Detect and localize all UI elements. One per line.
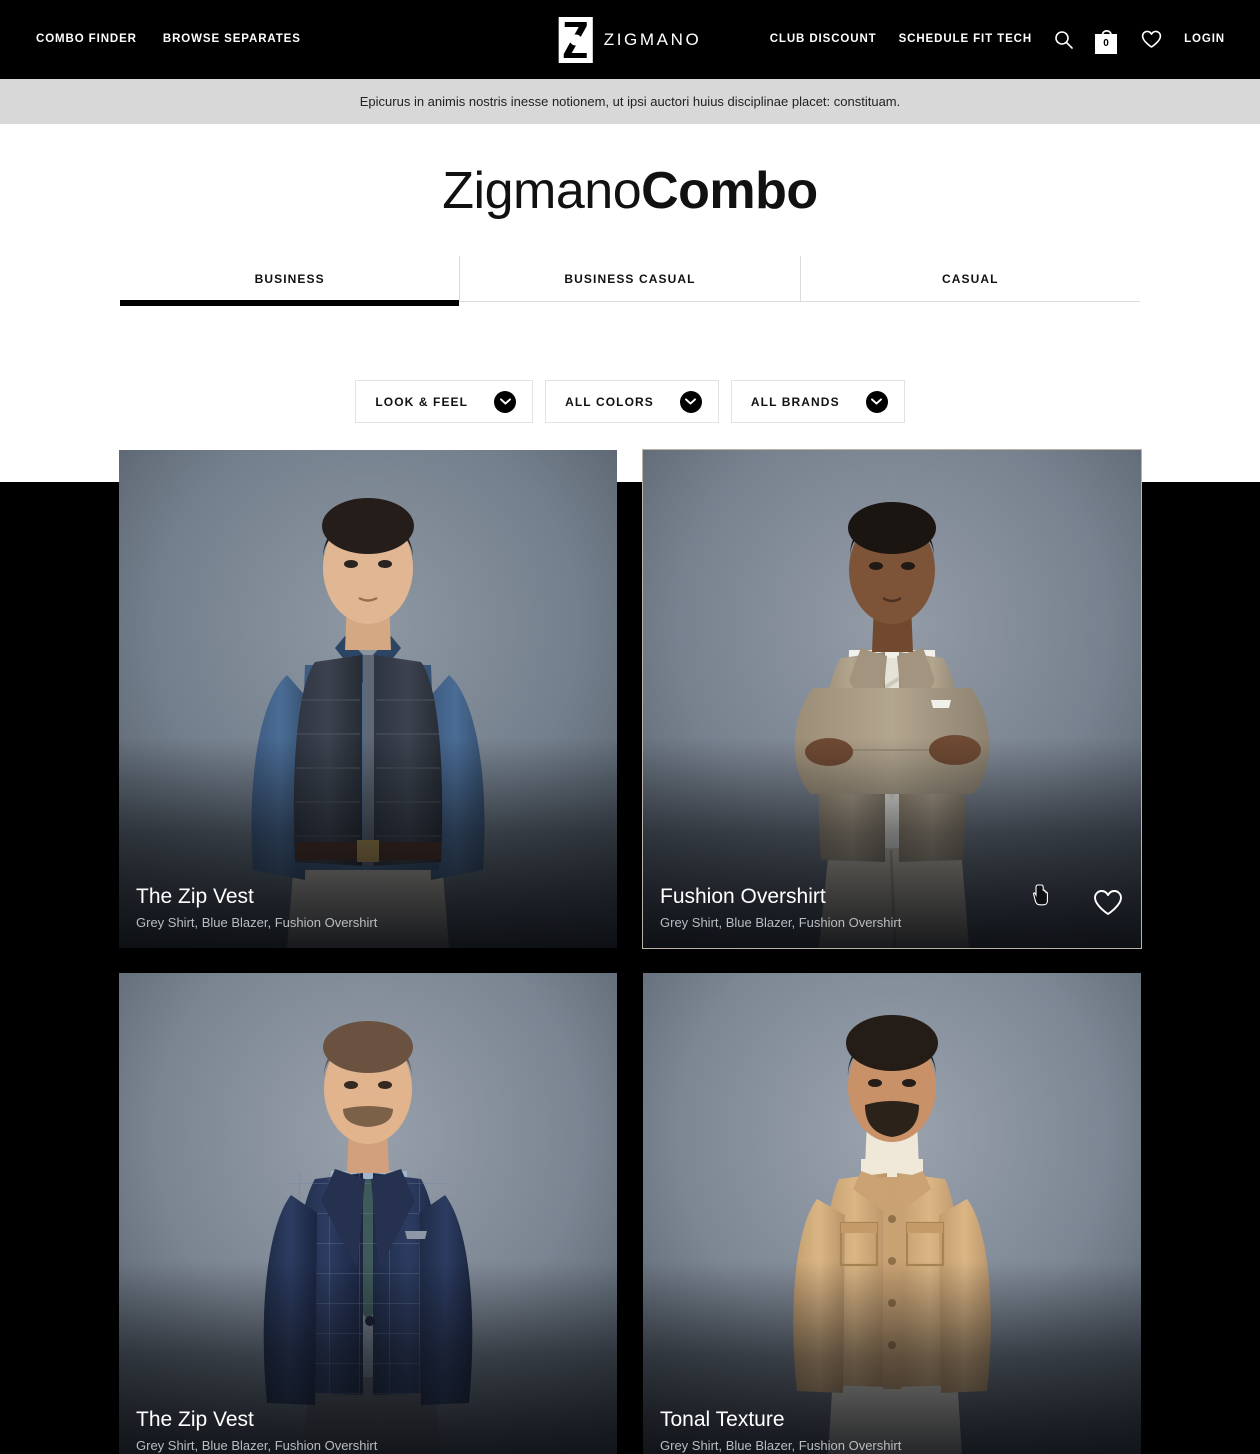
cart-count-badge: 0 [1095,33,1118,54]
product-info: Tonal Texture Grey Shirt, Blue Blazer, F… [660,1407,1124,1454]
tab-casual-label: CASUAL [942,272,999,286]
product-title: The Zip Vest [136,1408,254,1431]
announcement-bar: Epicurus in animis nostris inesse notion… [0,79,1260,124]
filter-all-colors-label: ALL COLORS [565,394,654,409]
login-link[interactable]: LOGIN [1184,33,1225,46]
chevron-down-icon [494,390,517,413]
brand-wordmark: ZIGMANO [603,29,702,49]
product-subtitle: Grey Shirt, Blue Blazer, Fushion Overshi… [136,1438,378,1453]
cart-icon[interactable]: 0 [1095,25,1119,55]
product-photo [119,973,617,1454]
page-title: ZigmanoCombo [0,160,1260,222]
product-subtitle: Grey Shirt, Blue Blazer, Fushion Overshi… [660,1438,902,1453]
product-info: The Zip Vest Grey Shirt, Blue Blazer, Fu… [136,1407,600,1454]
tab-casual[interactable]: CASUAL [801,256,1140,302]
product-photo [643,450,1141,948]
filter-all-brands[interactable]: ALL BRANDS [730,380,905,423]
filter-all-colors[interactable]: ALL COLORS [545,380,719,423]
page-title-bold: Combo [641,162,818,220]
product-title: Tonal Texture [660,1408,785,1431]
product-photo [119,450,617,948]
announcement-text: Epicurus in animis nostris inesse notion… [359,94,901,109]
page-title-light: Zigmano [442,162,642,220]
product-info: The Zip Vest Grey Shirt, Blue Blazer, Fu… [136,884,600,931]
product-photo [643,973,1141,1454]
nav-browse-separates[interactable]: BROWSE SEPARATES [163,33,301,46]
site-header: COMBO FINDER BROWSE SEPARATES ZIGMANO CL… [0,0,1260,79]
filter-bar: LOOK & FEEL ALL COLORS ALL BRANDS [0,380,1260,423]
product-subtitle: Grey Shirt, Blue Blazer, Fushion Overshi… [660,915,902,930]
product-grid: The Zip Vest Grey Shirt, Blue Blazer, Fu… [119,449,1142,1454]
tab-business-label: BUSINESS [254,272,325,286]
search-icon[interactable] [1054,30,1073,49]
nav-schedule-fit-tech[interactable]: SCHEDULE FIT TECH [899,33,1033,46]
header-nav-left: COMBO FINDER BROWSE SEPARATES [36,0,301,79]
wishlist-heart-icon[interactable] [1093,889,1123,917]
product-title: Fushion Overshirt [660,885,826,908]
category-tabs: BUSINESS BUSINESS CASUAL CASUAL [120,256,1140,306]
z-logo-icon [558,16,593,63]
header-nav-right: CLUB DISCOUNT SCHEDULE FIT TECH 0 LOGIN [770,0,1225,79]
nav-combo-finder[interactable]: COMBO FINDER [36,33,137,46]
product-subtitle: Grey Shirt, Blue Blazer, Fushion Overshi… [136,915,378,930]
product-card[interactable]: The Zip Vest Grey Shirt, Blue Blazer, Fu… [119,973,617,1454]
product-card[interactable]: The Zip Vest Grey Shirt, Blue Blazer, Fu… [119,450,617,948]
product-info: Fushion Overshirt Grey Shirt, Blue Blaze… [660,884,1124,931]
filter-look-and-feel-label: LOOK & FEEL [375,394,469,409]
chevron-down-icon [865,390,888,413]
product-card[interactable]: Tonal Texture Grey Shirt, Blue Blazer, F… [643,973,1141,1454]
tab-business-casual-label: BUSINESS CASUAL [564,272,696,286]
filter-look-and-feel[interactable]: LOOK & FEEL [355,380,534,423]
product-card[interactable]: Fushion Overshirt Grey Shirt, Blue Blaze… [642,449,1142,949]
tab-business-casual[interactable]: BUSINESS CASUAL [460,256,801,302]
chevron-down-icon [679,390,702,413]
page-root: COMBO FINDER BROWSE SEPARATES ZIGMANO CL… [0,0,1260,1454]
product-title: The Zip Vest [136,885,254,908]
filter-all-brands-label: ALL BRANDS [750,394,840,409]
tab-business[interactable]: BUSINESS [120,256,461,306]
nav-club-discount[interactable]: CLUB DISCOUNT [770,33,877,46]
heart-icon[interactable] [1141,30,1162,49]
brand-logo[interactable]: ZIGMANO [558,16,702,63]
